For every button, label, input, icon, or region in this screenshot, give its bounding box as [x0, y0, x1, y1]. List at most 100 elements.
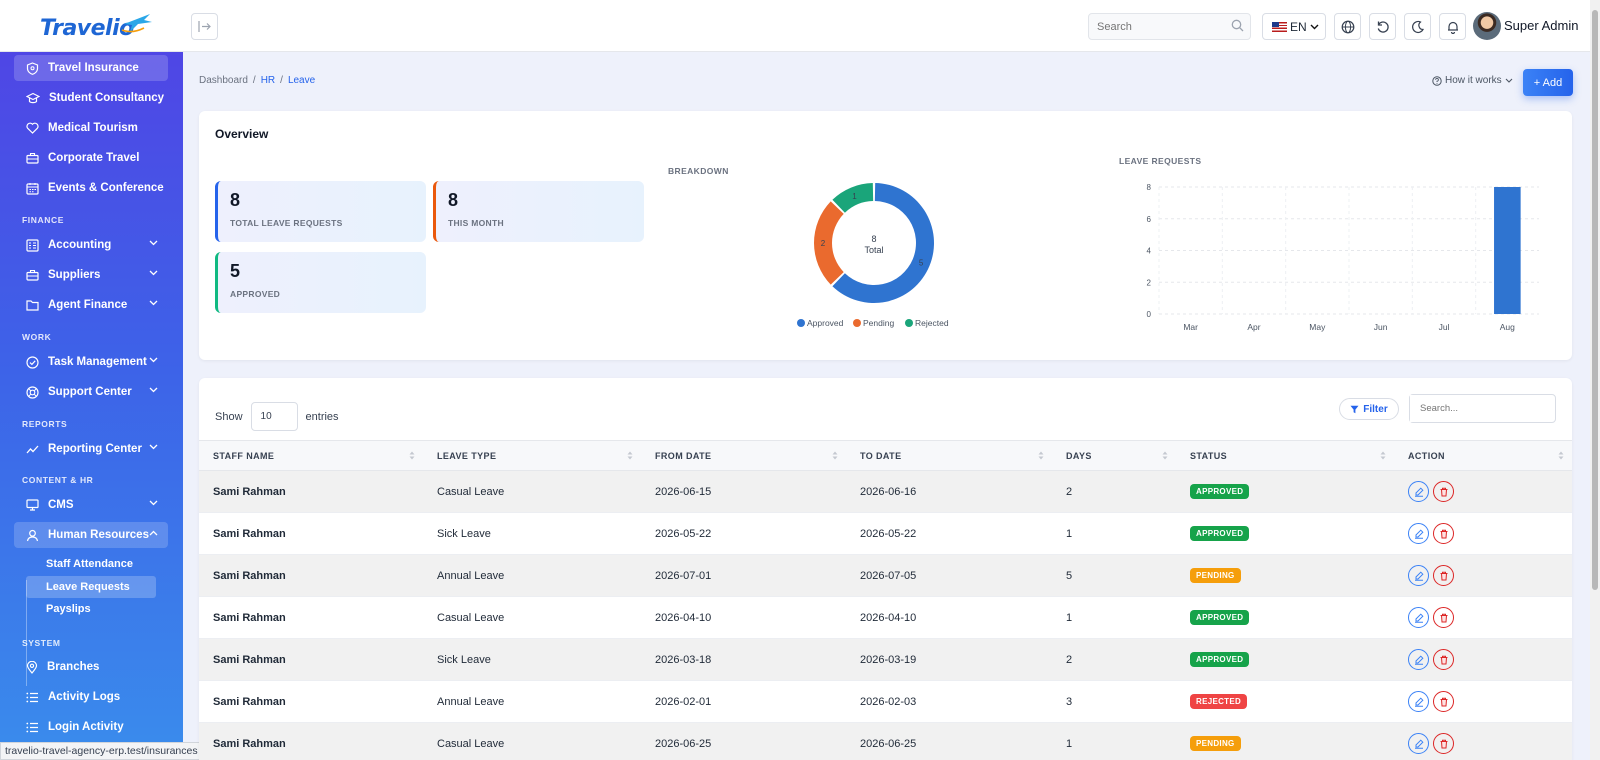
staff-name-cell: Sami Rahman	[199, 638, 423, 681]
language-selector[interactable]: EN	[1262, 13, 1326, 40]
edit-icon	[1414, 612, 1424, 623]
sidebar-item-reporting-center[interactable]: Reporting Center	[14, 436, 168, 462]
sidebar-toggle-button[interactable]	[191, 13, 218, 40]
sidebar-item-medical-tourism[interactable]: Medical Tourism	[14, 115, 168, 141]
edit-button[interactable]	[1408, 691, 1429, 712]
chevron-down-icon	[1505, 78, 1513, 83]
from-date-cell: 2026-04-10	[641, 596, 846, 639]
sidebar-item-events-conference[interactable]: Events & Conference	[14, 175, 168, 201]
chevron-down-icon	[149, 240, 158, 246]
entries-select[interactable]: 10	[250, 402, 298, 431]
sidebar-item-label: Student Consultancy	[49, 92, 165, 104]
global-search[interactable]	[1088, 13, 1251, 40]
leave-table-card: Show 10 entries Filter STAFF NAME LEAVE …	[199, 378, 1572, 760]
delete-button[interactable]	[1433, 649, 1454, 670]
delete-button[interactable]	[1433, 481, 1454, 502]
how-it-works-button[interactable]: How it works	[1432, 75, 1513, 86]
filter-button[interactable]: Filter	[1339, 398, 1399, 420]
table-search[interactable]	[1409, 394, 1556, 423]
sort-icon	[1380, 451, 1386, 460]
sidebar-item-label: Activity Logs	[48, 691, 121, 703]
legend-item-rejected: Rejected	[905, 318, 949, 328]
status-badge: APPROVED	[1190, 526, 1250, 541]
edit-icon	[1414, 528, 1424, 539]
column-header-days[interactable]: DAYS	[1052, 440, 1176, 471]
column-header-staff-name[interactable]: STAFF NAME	[199, 440, 423, 471]
edit-icon	[1414, 696, 1424, 707]
breadcrumb-separator: /	[280, 75, 283, 86]
sidebar-item-accounting[interactable]: Accounting	[14, 232, 168, 258]
sidebar-item-suppliers[interactable]: Suppliers	[14, 262, 168, 288]
sidebar-item-corporate-travel[interactable]: Corporate Travel	[14, 145, 168, 171]
from-date-cell: 2026-06-25	[641, 722, 846, 760]
sidebar-item-login-activity[interactable]: Login Activity	[14, 714, 168, 740]
dark-mode-button[interactable]	[1404, 13, 1431, 40]
sidebar-item-travel-insurance[interactable]: Travel Insurance	[14, 55, 168, 81]
sidebar-item-task-management[interactable]: Task Management	[14, 349, 168, 375]
leave-requests-bar-chart: 0 2 4 6 8 Mar Apr May Jun Jul Aug	[1147, 183, 1539, 332]
map-pin-icon	[26, 660, 38, 674]
user-name[interactable]: Super Admin	[1504, 18, 1578, 33]
edit-button[interactable]	[1408, 733, 1429, 754]
delete-button[interactable]	[1433, 691, 1454, 712]
edit-button[interactable]	[1408, 607, 1429, 628]
globe-button[interactable]	[1334, 13, 1361, 40]
section-label-system: SYSTEM	[22, 638, 61, 648]
breadcrumb-dashboard[interactable]: Dashboard	[199, 75, 248, 86]
page-scrollbar[interactable]	[1590, 0, 1600, 760]
y-tick-label: 4	[1147, 247, 1152, 256]
sidebar-subitem-payslips[interactable]: Payslips	[26, 598, 156, 620]
from-date-cell: 2026-06-15	[641, 470, 846, 513]
column-header-to-date[interactable]: TO DATE	[846, 440, 1052, 471]
table-row: Sami Rahman Annual Leave 2026-07-01 2026-07…	[199, 554, 1572, 597]
user-avatar[interactable]	[1473, 12, 1501, 40]
edit-button[interactable]	[1408, 481, 1429, 502]
edit-button[interactable]	[1408, 523, 1429, 544]
column-header-status[interactable]: STATUS	[1176, 440, 1394, 471]
sort-icon	[1162, 451, 1168, 460]
sidebar-item-label: Corporate Travel	[48, 152, 140, 164]
status-bar-url: travelio-travel-agency-erp.test/insuranc…	[0, 742, 203, 760]
sidebar-subitem-leave-requests[interactable]: Leave Requests	[26, 576, 156, 598]
global-search-input[interactable]	[1089, 14, 1224, 39]
edit-button[interactable]	[1408, 565, 1429, 586]
column-header-leave-type[interactable]: LEAVE TYPE	[423, 440, 641, 471]
edit-icon	[1414, 738, 1424, 749]
calendar-icon	[26, 182, 39, 195]
sidebar-item-branches[interactable]: Branches	[14, 654, 168, 680]
sort-icon	[1558, 451, 1564, 460]
list-icon	[26, 692, 38, 702]
delete-button[interactable]	[1433, 733, 1454, 754]
sidebar-item-cms[interactable]: CMS	[14, 492, 168, 518]
edit-icon	[1414, 486, 1424, 497]
sidebar-item-agent-finance[interactable]: Agent Finance	[14, 292, 168, 318]
brand-logo[interactable]: Travelio	[38, 10, 152, 44]
table-search-input[interactable]	[1410, 395, 1550, 422]
sidebar-item-support-center[interactable]: Support Center	[14, 379, 168, 405]
delete-button[interactable]	[1433, 607, 1454, 628]
delete-button[interactable]	[1433, 565, 1454, 586]
x-tick-label: Jun	[1374, 322, 1388, 332]
breadcrumb-hr[interactable]: HR	[261, 75, 275, 86]
edit-button[interactable]	[1408, 649, 1429, 670]
help-circle-icon	[1432, 75, 1442, 86]
notifications-button[interactable]	[1439, 13, 1466, 40]
sidebar-item-label: Medical Tourism	[48, 122, 138, 134]
top-bar: Travelio EN Super Admin	[0, 0, 1590, 52]
to-date-cell: 2026-04-10	[846, 596, 1052, 639]
delete-button[interactable]	[1433, 523, 1454, 544]
from-date-cell: 2026-05-22	[641, 512, 846, 555]
sidebar-item-activity-logs[interactable]: Activity Logs	[14, 684, 168, 710]
sidebar-item-human-resources[interactable]: Human Resources	[14, 522, 168, 548]
sidebar-item-label: Support Center	[48, 386, 132, 398]
add-button[interactable]: + Add	[1523, 69, 1573, 96]
scrollbar-thumb[interactable]	[1592, 10, 1598, 590]
donut-slice-label: 1	[852, 192, 857, 201]
sidebar-item-student-consultancy[interactable]: Student Consultancy	[14, 85, 168, 111]
refresh-button[interactable]	[1369, 13, 1396, 40]
to-date-cell: 2026-06-16	[846, 470, 1052, 513]
column-header-action[interactable]: ACTION	[1394, 440, 1572, 471]
sidebar-subitem-staff-attendance[interactable]: Staff Attendance	[26, 553, 156, 575]
column-header-from-date[interactable]: FROM DATE	[641, 440, 846, 471]
legend-item-pending: Pending	[853, 318, 894, 328]
